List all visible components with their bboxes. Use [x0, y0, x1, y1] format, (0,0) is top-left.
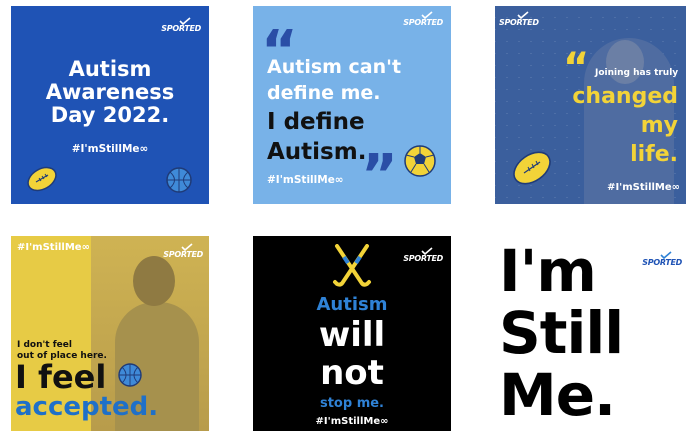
tile-define-autism: SPORTED “ Autism can't define me. I defi… — [253, 6, 451, 204]
word-will-not: will not — [318, 315, 386, 393]
word-stop-me: stop me. — [319, 396, 385, 411]
hashtag: #I'mStillMe∞ — [17, 242, 90, 253]
check-icon — [421, 247, 433, 255]
hockey-sticks-icon — [333, 244, 371, 287]
sported-logo: SPORTED — [161, 17, 201, 33]
quote-line-2: changed my life. — [572, 84, 678, 167]
rugby-ball-icon — [513, 151, 551, 185]
check-icon — [181, 243, 193, 251]
photo-person-head — [133, 256, 175, 306]
hashtag: #I'mStillMe∞ — [71, 143, 149, 155]
check-icon — [517, 11, 529, 19]
sported-logo: SPORTED — [642, 251, 682, 267]
big-slogan: I'm Still Me. — [499, 237, 624, 429]
quote-close: ” — [361, 143, 398, 204]
tile-im-still-me: SPORTED I'm Still Me. — [495, 236, 686, 431]
word-autism: Autism — [316, 294, 388, 315]
rugby-ball-icon — [27, 166, 57, 192]
check-icon — [421, 11, 433, 19]
quote-line-1: Autism can't define me. — [267, 56, 402, 104]
headline: Autism Awareness Day 2022. — [45, 57, 175, 127]
line-accepted: accepted. — [15, 392, 159, 422]
tile-changed-my-life: SPORTED “ Joining has truly changed my l… — [495, 6, 686, 204]
hashtag: #I'mStillMe∞ — [267, 174, 344, 186]
check-icon — [179, 17, 191, 25]
hashtag: #I'mStillMe∞ — [607, 182, 680, 193]
line-i-feel: I feel — [15, 358, 107, 396]
sported-logo: SPORTED — [499, 11, 539, 27]
hashtag: #I'mStillMe∞ — [315, 416, 389, 427]
basketball-icon — [166, 167, 192, 193]
football-icon — [404, 145, 436, 177]
tile-i-feel-accepted: SPORTED #I'mStillMe∞ I don't feel out of… — [11, 236, 209, 431]
quote-line-1: Joining has truly — [595, 68, 679, 78]
sported-logo: SPORTED — [403, 11, 443, 27]
netball-icon — [118, 363, 142, 387]
sported-logo: SPORTED — [403, 247, 443, 263]
sported-logo: SPORTED — [163, 243, 203, 259]
tile-awareness-day: SPORTED Autism Awareness Day 2022. #I'mS… — [11, 6, 209, 204]
tile-will-not-stop-me: SPORTED Autism will not stop me. #I'mSti… — [253, 236, 451, 431]
check-icon — [660, 251, 672, 259]
